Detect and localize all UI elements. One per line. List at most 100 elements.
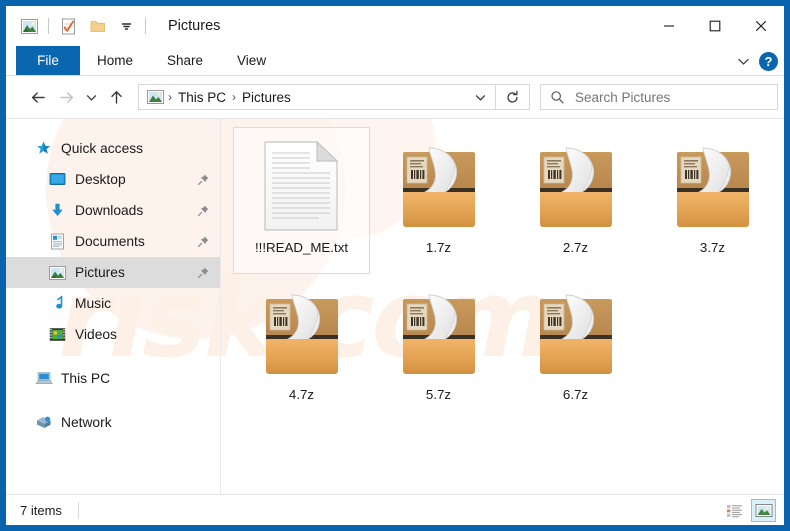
file-grid: !!!READ_ME.txt 1.7z 2.7z 3.7z 4.7z 5.7z …: [233, 127, 784, 421]
document-icon: [48, 232, 67, 251]
file-item[interactable]: 6.7z: [507, 274, 644, 421]
sidebar-item-label: Network: [61, 415, 112, 430]
tab-view[interactable]: View: [220, 46, 283, 75]
sidebar-item-quick-access[interactable]: Quick access: [6, 133, 220, 164]
sevenzip-archive-icon: [528, 138, 624, 234]
window-controls: [646, 6, 784, 46]
file-item[interactable]: 3.7z: [644, 127, 781, 274]
sidebar-item-label: Documents: [75, 234, 145, 249]
breadcrumb-item-pictures[interactable]: Pictures: [238, 90, 295, 105]
sevenzip-archive-icon: [665, 138, 761, 234]
search-input[interactable]: Search Pictures: [540, 84, 778, 110]
chevron-down-icon[interactable]: [469, 85, 491, 109]
file-name: 2.7z: [562, 240, 589, 255]
navigation-pane: Quick access Desktop Downloads Documents…: [6, 119, 221, 494]
minimize-button[interactable]: [646, 6, 692, 46]
file-name: !!!READ_ME.txt: [254, 240, 349, 255]
ribbon-right-controls: ?: [736, 46, 778, 76]
sidebar-gap-2: [6, 394, 220, 407]
sidebar-item-label: Pictures: [75, 265, 125, 280]
sidebar-item-label: Videos: [75, 327, 117, 342]
forward-button[interactable]: [52, 83, 80, 111]
file-item[interactable]: 4.7z: [233, 274, 370, 421]
file-list-pane[interactable]: !!!READ_ME.txt 1.7z 2.7z 3.7z 4.7z 5.7z …: [221, 119, 784, 494]
sidebar-item-music[interactable]: Music: [6, 288, 220, 319]
close-button[interactable]: [738, 6, 784, 46]
network-icon: [34, 413, 53, 432]
sidebar-item-label: Music: [75, 296, 112, 311]
view-toggle-group: [722, 498, 776, 522]
explorer-window: Pictures File Home Share View ? › This P…: [0, 0, 790, 531]
toolbar-separator: [48, 18, 49, 34]
pin-icon[interactable]: [196, 266, 210, 280]
sidebar-item-label: Downloads: [75, 203, 144, 218]
file-item[interactable]: 1.7z: [370, 127, 507, 274]
sidebar-gap-1: [6, 350, 220, 363]
sevenzip-archive-icon: [254, 285, 350, 381]
file-item[interactable]: 2.7z: [507, 127, 644, 274]
sidebar-item-downloads[interactable]: Downloads: [6, 195, 220, 226]
checkmark-document-icon[interactable]: [57, 15, 79, 37]
ribbon-tabs: File Home Share View ?: [6, 46, 784, 76]
computer-icon: [34, 369, 53, 388]
help-button[interactable]: ?: [759, 51, 778, 71]
refresh-button[interactable]: [496, 84, 530, 110]
text-document-icon: [254, 138, 350, 234]
chevron-down-icon[interactable]: [115, 15, 137, 37]
sidebar-item-network[interactable]: Network: [6, 407, 220, 438]
sidebar-item-pictures[interactable]: Pictures: [6, 257, 220, 288]
file-name: 6.7z: [562, 387, 589, 402]
file-item[interactable]: 5.7z: [370, 274, 507, 421]
file-item[interactable]: !!!READ_ME.txt: [233, 127, 370, 274]
download-icon: [48, 201, 67, 220]
title-bar: Pictures: [6, 6, 784, 46]
breadcrumb[interactable]: › This PC › Pictures: [138, 84, 496, 110]
large-icons-view-button[interactable]: [751, 498, 776, 522]
breadcrumb-separator-1: ›: [168, 90, 172, 104]
search-icon: [550, 90, 565, 105]
sidebar-item-label: Quick access: [61, 141, 144, 156]
address-bar: › This PC › Pictures Search Pictures: [6, 76, 784, 118]
sidebar-item-documents[interactable]: Documents: [6, 226, 220, 257]
pin-icon[interactable]: [196, 173, 210, 187]
breadcrumb-separator-2: ›: [232, 90, 237, 104]
tab-share[interactable]: Share: [150, 46, 220, 75]
tab-home[interactable]: Home: [80, 46, 150, 75]
status-bar: 7 items: [6, 494, 784, 525]
breadcrumb-item-this-pc[interactable]: This PC: [174, 90, 230, 105]
back-button[interactable]: [24, 83, 52, 111]
tab-file[interactable]: File: [16, 46, 80, 75]
file-name: 3.7z: [699, 240, 726, 255]
recent-locations-button[interactable]: [80, 83, 102, 111]
folder-icon[interactable]: [87, 15, 109, 37]
sevenzip-archive-icon: [391, 285, 487, 381]
sidebar-item-this-pc[interactable]: This PC: [6, 363, 220, 394]
picture-icon[interactable]: [18, 15, 40, 37]
details-view-button[interactable]: [722, 499, 747, 522]
file-name: 1.7z: [425, 240, 452, 255]
window-inner: Pictures File Home Share View ? › This P…: [6, 6, 784, 525]
sidebar-item-label: This PC: [61, 371, 111, 386]
quick-access-toolbar: [6, 15, 154, 37]
desktop-icon: [48, 170, 67, 189]
pin-icon[interactable]: [196, 204, 210, 218]
file-name: 4.7z: [288, 387, 315, 402]
toolbar-separator-2: [145, 18, 146, 34]
music-icon: [48, 294, 67, 313]
window-title: Pictures: [168, 18, 221, 34]
up-button[interactable]: [102, 83, 130, 111]
video-icon: [48, 325, 67, 344]
sidebar-item-desktop[interactable]: Desktop: [6, 164, 220, 195]
sevenzip-archive-icon: [528, 285, 624, 381]
picture-icon[interactable]: [145, 90, 166, 104]
explorer-body: risk.com Quick access: [6, 118, 784, 494]
chevron-down-icon[interactable]: [736, 54, 751, 69]
sidebar-item-videos[interactable]: Videos: [6, 319, 220, 350]
file-name: 5.7z: [425, 387, 452, 402]
pin-icon[interactable]: [196, 235, 210, 249]
maximize-button[interactable]: [692, 6, 738, 46]
picture-icon: [48, 263, 67, 282]
search-placeholder: Search Pictures: [575, 89, 671, 105]
sevenzip-archive-icon: [391, 138, 487, 234]
star-icon: [34, 139, 53, 158]
